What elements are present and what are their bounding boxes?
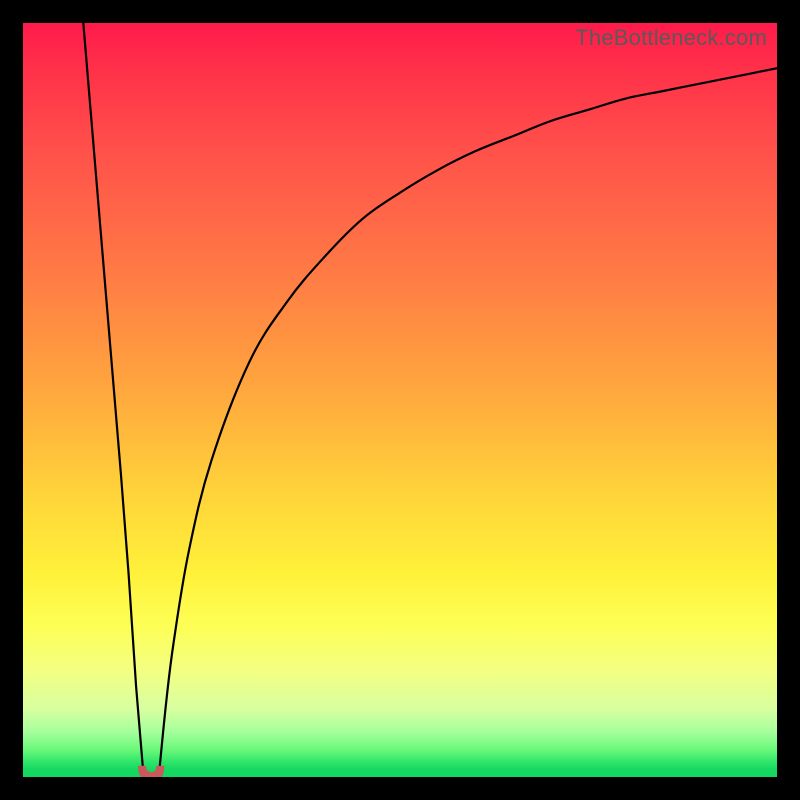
curves-svg bbox=[23, 23, 777, 777]
curve-left-branch bbox=[83, 23, 143, 777]
chart-frame: TheBottleneck.com bbox=[0, 0, 800, 800]
plot-area: TheBottleneck.com bbox=[23, 23, 777, 777]
curve-right-branch bbox=[159, 68, 777, 777]
u-shaped-marker bbox=[138, 764, 164, 777]
watermark-text: TheBottleneck.com bbox=[575, 25, 767, 51]
